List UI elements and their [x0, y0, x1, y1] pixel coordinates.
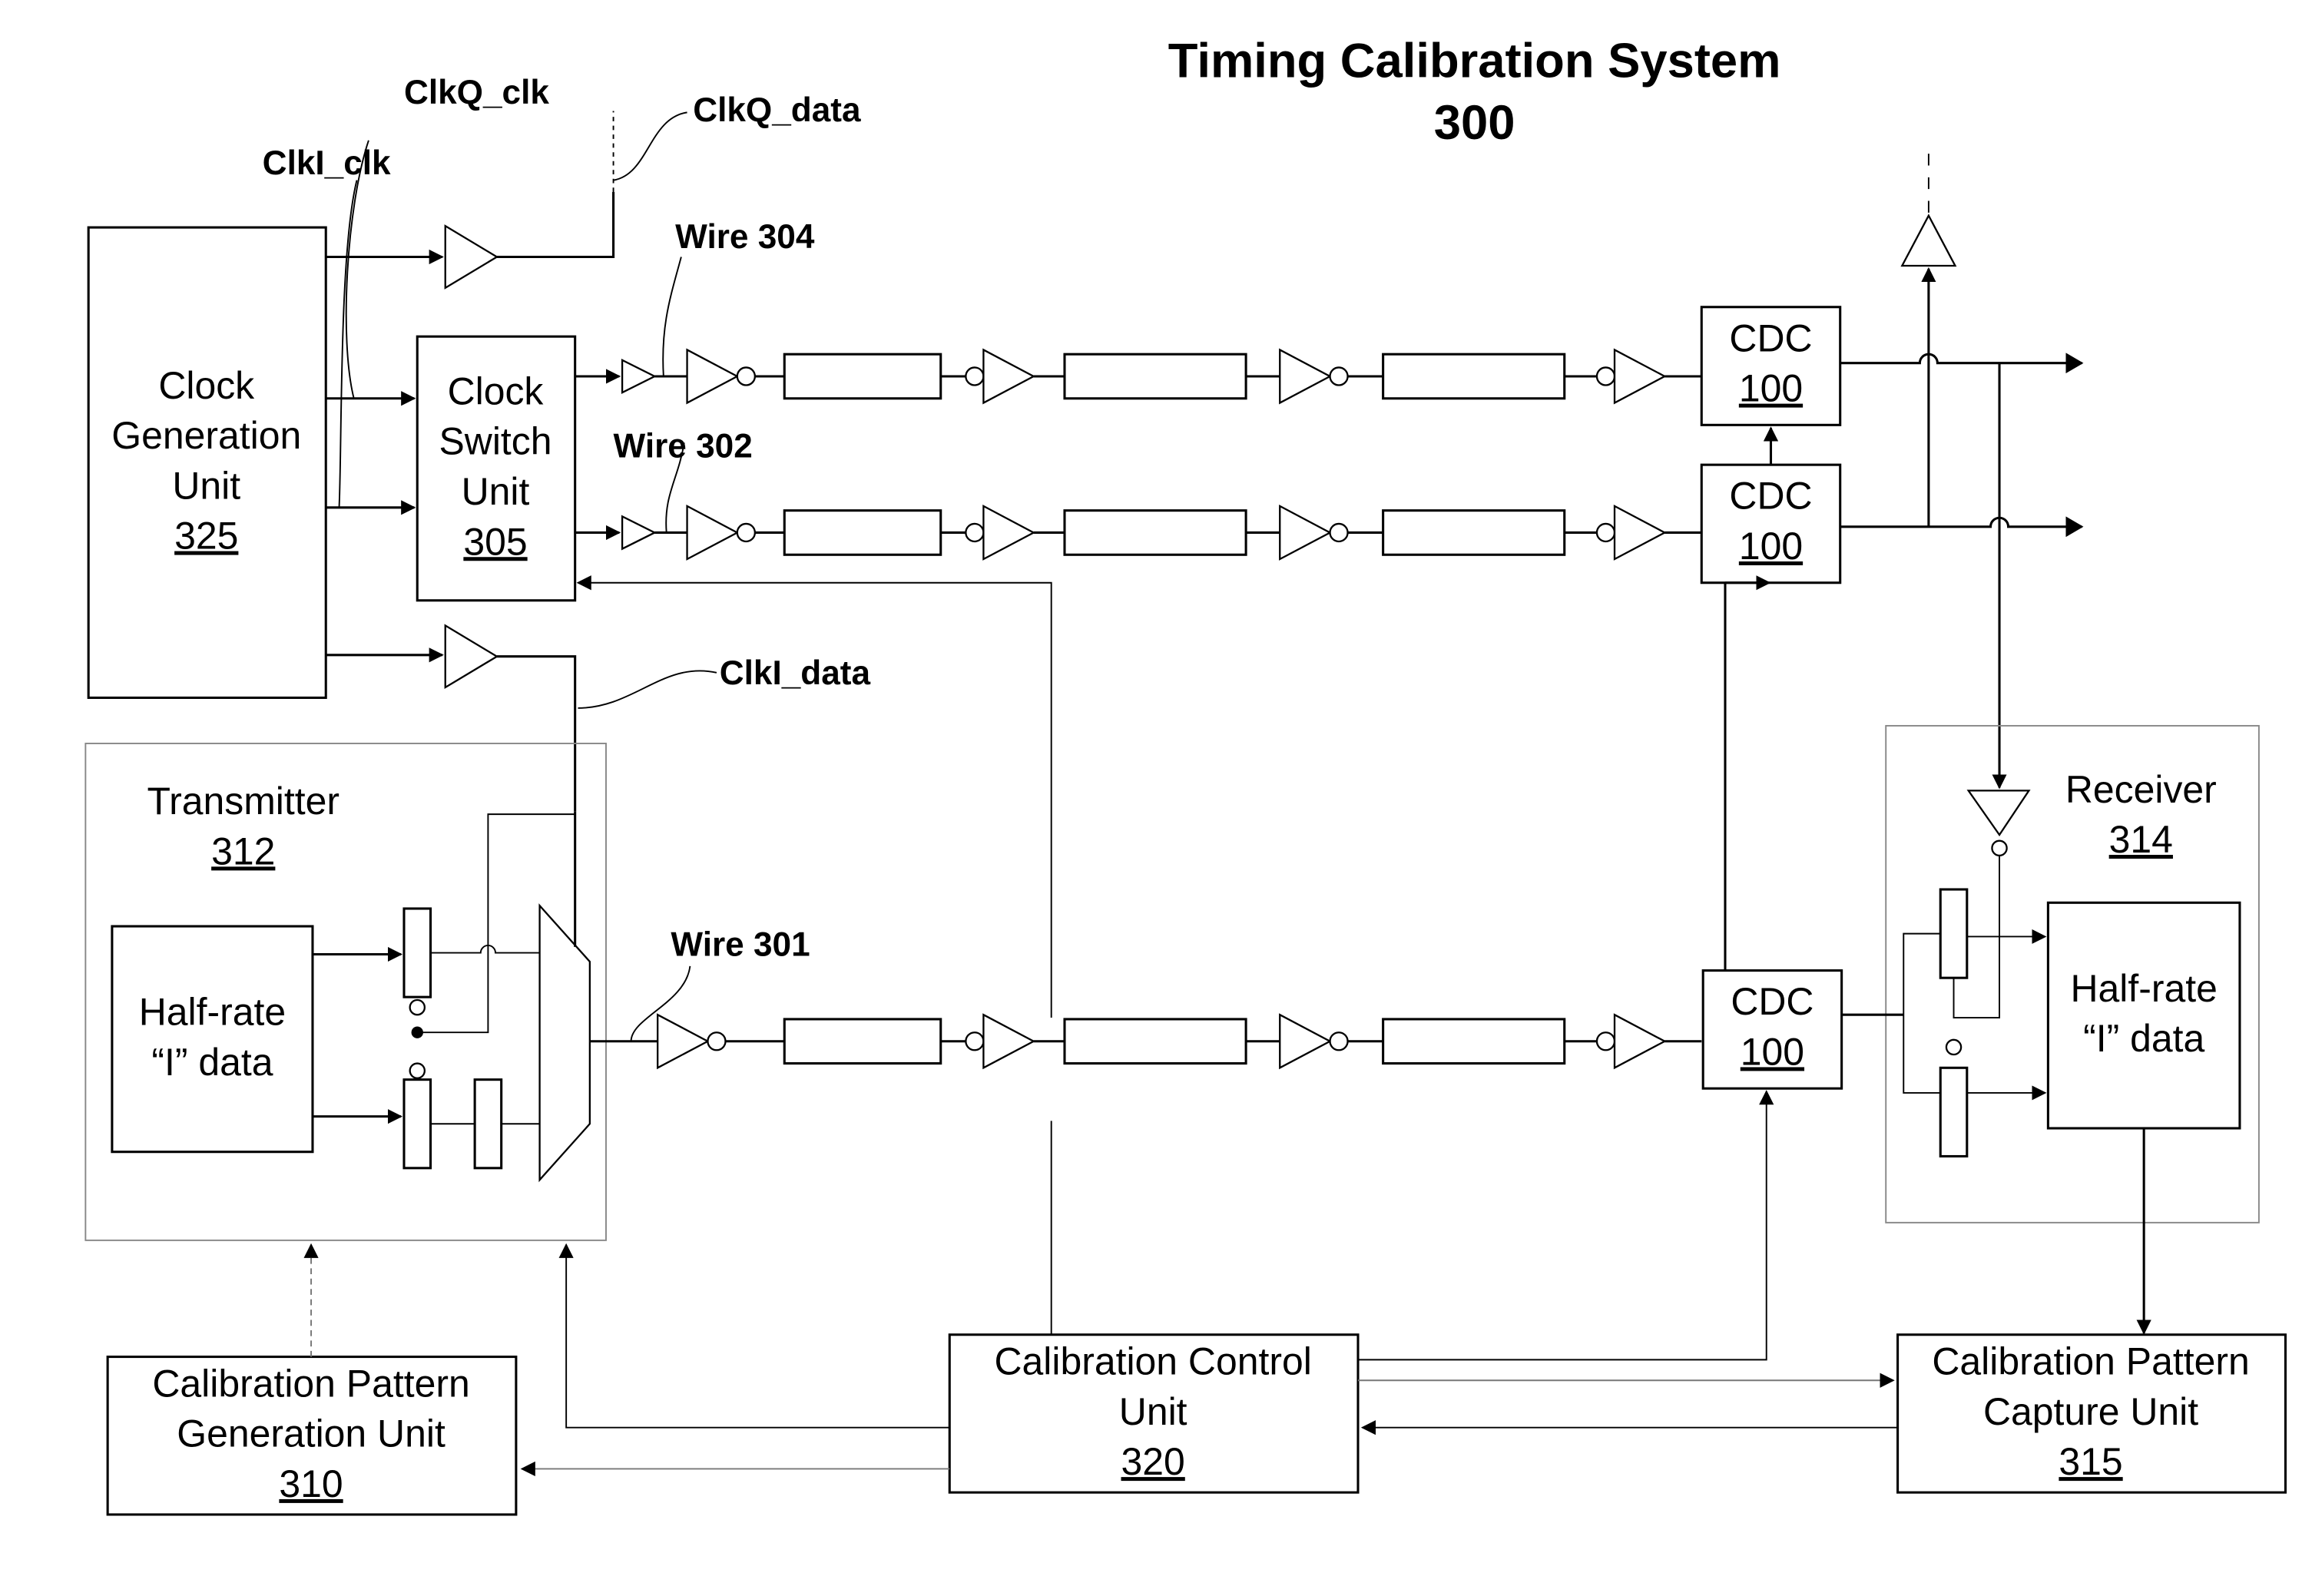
svg-text:315: 315	[2059, 1440, 2122, 1483]
tx-half-rate-data: Half-rate	[139, 991, 286, 1034]
svg-text:CDC: CDC	[1729, 316, 1812, 359]
svg-text:Unit: Unit	[1119, 1390, 1187, 1433]
signal-label-clki-data: ClkI_data	[720, 654, 871, 692]
signal-label-clkq-clk: ClkQ_clk	[404, 74, 549, 111]
wire-301-chain	[657, 1013, 1702, 1070]
svg-text:Unit: Unit	[462, 470, 530, 513]
buffer-icon	[982, 1013, 1036, 1070]
inverter-icon	[686, 348, 740, 405]
svg-text:100: 100	[1739, 525, 1803, 568]
svg-text:“I” data: “I” data	[2083, 1017, 2204, 1060]
svg-text:“I” data: “I” data	[151, 1041, 273, 1084]
wire-segment	[783, 1018, 942, 1065]
clock-switch-unit: Clock Switch Unit 305	[416, 335, 577, 602]
wire-segment	[1063, 1018, 1247, 1065]
wire-segment	[1382, 509, 1566, 556]
svg-text:100: 100	[1741, 1030, 1804, 1073]
calibration-pattern-capture-unit: Calibration Pattern Capture Unit 315	[1896, 1333, 2287, 1494]
wire-label-304: Wire 304	[675, 218, 815, 256]
cdc-top: CDC 100	[1700, 306, 1842, 426]
buffer-icon	[1613, 504, 1667, 561]
diagram-title: Timing Calibration System	[1168, 34, 1781, 88]
rx-half-rate-data: Half-rate	[2070, 967, 2217, 1010]
calibration-pattern-generation-unit: Calibration Pattern Generation Unit 310	[106, 1356, 518, 1516]
buffer-icon	[1613, 348, 1667, 405]
buffer-icon	[1900, 214, 1957, 267]
wire-segment	[1382, 353, 1566, 400]
svg-text:Calibration Pattern: Calibration Pattern	[152, 1362, 469, 1405]
svg-text:Calibration Pattern: Calibration Pattern	[1932, 1340, 2249, 1383]
inverter-icon	[1279, 1013, 1332, 1070]
wire-segment	[1382, 1018, 1566, 1065]
svg-text:320: 320	[1121, 1440, 1185, 1483]
cdc-middle: CDC 100	[1700, 463, 1842, 584]
buffer-icon	[621, 515, 657, 551]
svg-text:Receiver: Receiver	[2065, 768, 2217, 811]
inverter-icon	[657, 1013, 710, 1070]
buffer-icon	[1613, 1013, 1667, 1070]
svg-text:310: 310	[279, 1462, 343, 1505]
buffer-icon	[982, 504, 1036, 561]
buffer-icon	[444, 224, 499, 290]
svg-text:Switch: Switch	[439, 420, 552, 463]
svg-text:CDC: CDC	[1731, 980, 1813, 1023]
calibration-control-unit: Calibration Control Unit 320	[948, 1333, 1360, 1494]
svg-text:Generation: Generation	[111, 414, 301, 457]
wire-segment	[1063, 509, 1247, 556]
diagram-number: 300	[1434, 96, 1515, 150]
svg-text:312: 312	[211, 829, 275, 873]
inverter-icon	[1279, 504, 1332, 561]
cdc-bottom: CDC 100	[1701, 969, 1843, 1090]
svg-text:100: 100	[1739, 367, 1803, 410]
buffer-icon	[444, 624, 499, 690]
svg-text:325: 325	[174, 515, 238, 558]
svg-text:Unit: Unit	[172, 464, 240, 507]
wire-segment	[783, 353, 942, 400]
svg-text:Transmitter: Transmitter	[147, 780, 339, 823]
svg-text:CDC: CDC	[1729, 475, 1812, 518]
wire-segment	[1063, 353, 1247, 400]
signal-label-clkq-data: ClkQ_data	[693, 91, 861, 129]
clock-generation-unit: Clock Generation Unit 325	[87, 226, 327, 700]
inverter-icon	[1279, 348, 1332, 405]
buffer-icon	[621, 359, 657, 394]
svg-text:Clock: Clock	[158, 364, 255, 407]
svg-text:314: 314	[2109, 818, 2173, 861]
wire-segment	[783, 509, 942, 556]
mux-icon	[538, 903, 591, 1183]
svg-text:Clock: Clock	[448, 369, 545, 412]
signal-label-clki-clk: ClkI_clk	[263, 144, 391, 182]
receiver: Receiver 314 Half-rate “I” data	[1841, 724, 2260, 1335]
buffer-icon	[982, 348, 1036, 405]
svg-text:Generation Unit: Generation Unit	[177, 1412, 446, 1455]
svg-text:Calibration Control: Calibration Control	[995, 1340, 1312, 1383]
timing-calibration-diagram: Timing Calibration System 300 Clock Gene…	[84, 34, 2287, 1516]
transmitter: Transmitter 312 Half-rate “I” data	[84, 743, 658, 1241]
svg-text:Capture Unit: Capture Unit	[1983, 1390, 2198, 1433]
svg-text:305: 305	[463, 520, 527, 563]
wire-label-301: Wire 301	[671, 925, 810, 963]
wire-304-chain	[575, 348, 1702, 405]
wire-302-chain	[575, 504, 1702, 561]
inverter-icon	[686, 504, 740, 561]
inverter-icon	[1966, 790, 2031, 837]
